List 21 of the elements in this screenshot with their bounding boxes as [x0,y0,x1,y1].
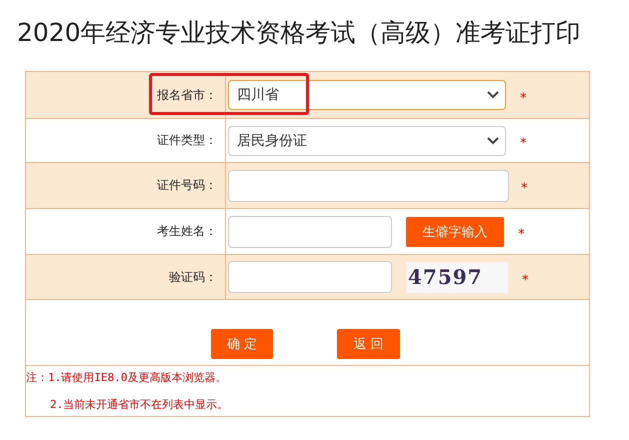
input-field[interactable] [228,261,392,293]
input-field[interactable] [228,216,392,248]
field-label: 验证码： [169,268,217,286]
input-field[interactable] [228,170,509,202]
required-mark: * [520,90,526,106]
page-title: 2020年经济专业技术资格考试（高级）准考证打印 [17,17,582,49]
select-field[interactable]: 居民身份证 [228,126,506,156]
required-mark: * [520,135,526,151]
captcha-image[interactable]: 47597 [406,262,508,292]
field-label: 考生姓名： [157,223,217,240]
field-label: 证件类型： [157,132,217,149]
required-mark: * [518,226,524,242]
select-field[interactable]: 四川省 [228,80,506,110]
dropdown-caret-icon [487,91,499,99]
note-text: 2.当前未开通省市不在列表中显示。 [49,397,230,412]
field-label: 报名省市： [157,86,217,104]
note-text: 注：1.请使用IE8.0及更高版本浏览器。 [26,370,228,385]
dropdown-caret-icon [487,136,499,144]
field-label: 证件号码： [157,177,217,194]
required-mark: * [522,272,528,288]
required-mark: * [521,180,528,196]
